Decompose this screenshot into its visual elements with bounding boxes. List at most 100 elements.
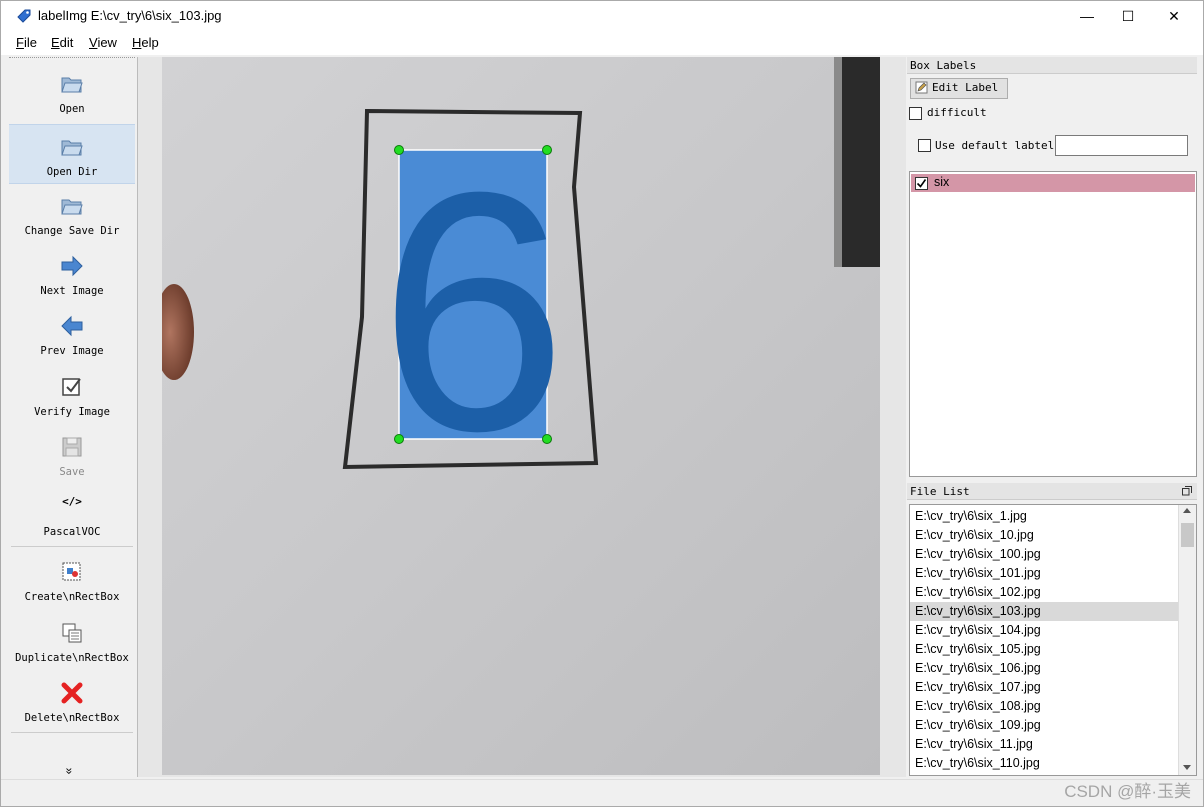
duplicate-rectbox-label: Duplicate\nRectBox	[15, 652, 129, 664]
file-list-item[interactable]: E:\cv_try\6\six_102.jpg	[910, 583, 1178, 602]
label-list[interactable]: six	[909, 171, 1197, 477]
box-labels-title: Box Labels	[907, 57, 1197, 74]
window-title: labelImg E:\cv_try\6\six_103.jpg	[38, 8, 222, 23]
watermark-text: CSDN @醉·玉美	[1064, 782, 1191, 801]
default-label-input[interactable]	[1055, 135, 1188, 156]
save-button[interactable]: Save	[9, 425, 135, 483]
next-image-label: Next Image	[40, 285, 104, 297]
left-toolbar: Open Open Dir Change Save Dir Next Image…	[9, 57, 135, 778]
menu-edit[interactable]: Edit	[51, 35, 73, 50]
prev-image-button[interactable]: Prev Image	[9, 304, 135, 362]
box-handle-bottom-left[interactable]	[394, 434, 404, 444]
edit-label-text: Edit Label	[932, 81, 999, 94]
open-dir-icon	[61, 140, 83, 156]
maximize-button[interactable]: ☐	[1105, 1, 1151, 31]
file-list-item[interactable]: E:\cv_try\6\six_1.jpg	[910, 507, 1178, 526]
file-list-item[interactable]: E:\cv_try\6\six_101.jpg	[910, 564, 1178, 583]
red-x-delete-icon	[61, 682, 83, 704]
duplicate-icon	[62, 623, 82, 643]
open-label: Open	[59, 103, 85, 115]
menu-view[interactable]: View	[89, 35, 117, 50]
file-list-item[interactable]: E:\cv_try\6\six_110.jpg	[910, 754, 1178, 773]
change-save-dir-icon	[61, 199, 83, 215]
menu-edit-label: dit	[59, 35, 74, 50]
delete-rectbox-button[interactable]: Delete\nRectBox	[9, 671, 135, 729]
box-handle-top-left[interactable]	[394, 145, 404, 155]
duplicate-rectbox-button[interactable]: Duplicate\nRectBox	[9, 611, 135, 669]
open-dir-label: Open Dir	[46, 166, 98, 178]
open-dir-button[interactable]: Open Dir	[9, 124, 135, 184]
difficult-checkbox[interactable]	[909, 107, 922, 120]
checkbox-check-icon	[62, 378, 81, 396]
next-image-button[interactable]: Next Image	[9, 244, 135, 302]
pencil-icon	[915, 81, 928, 94]
status-bar	[1, 779, 1203, 806]
file-list-item[interactable]: E:\cv_try\6\six_104.jpg	[910, 621, 1178, 640]
format-pascalvoc-button[interactable]: </> PascalVOC	[9, 485, 135, 543]
format-label: PascalVOC	[43, 526, 101, 538]
menu-bar: File Edit View Help	[1, 31, 1203, 55]
file-list-item[interactable]: E:\cv_try\6\six_106.jpg	[910, 659, 1178, 678]
arrow-right-icon	[61, 255, 83, 277]
digit-six: 6	[378, 122, 567, 502]
box-handle-top-right[interactable]	[542, 145, 552, 155]
scroll-down-arrow-icon[interactable]	[1183, 765, 1191, 770]
file-list-item[interactable]: E:\cv_try\6\six_11.jpg	[910, 735, 1178, 754]
toolbar-overflow-chevron-icon[interactable]: »	[62, 768, 76, 775]
menu-view-label: iew	[97, 35, 117, 50]
create-rectbox-button[interactable]: Create\nRectBox	[9, 550, 135, 608]
title-bar: labelImg E:\cv_try\6\six_103.jpg — ☐ ✕	[1, 1, 1203, 31]
right-panel: Box Labels Edit Label difficult Use defa…	[907, 57, 1197, 777]
create-rectbox-label: Create\nRectBox	[24, 591, 120, 603]
menu-file[interactable]: File	[16, 35, 37, 50]
minimize-button[interactable]: —	[1064, 1, 1110, 31]
paper-edge	[834, 57, 842, 267]
toolbar-separator	[11, 546, 133, 547]
undock-icon[interactable]	[1182, 486, 1192, 496]
label-item-six[interactable]: six	[911, 174, 1195, 192]
menu-file-label: ile	[23, 35, 37, 50]
file-list-item[interactable]: E:\cv_try\6\six_10.jpg	[910, 526, 1178, 545]
file-list[interactable]: E:\cv_try\6\six_1.jpg E:\cv_try\6\six_10.…	[909, 504, 1197, 776]
label-checked-icon[interactable]	[915, 177, 928, 190]
edit-label-button[interactable]: Edit Label	[910, 78, 1008, 99]
change-save-dir-button[interactable]: Change Save Dir	[9, 184, 135, 242]
toolbar-separator	[11, 732, 133, 733]
file-list-item[interactable]: E:\cv_try\6\six_107.jpg	[910, 678, 1178, 697]
arrow-left-icon	[61, 315, 83, 337]
open-folder-icon	[61, 77, 83, 93]
menu-file-mnemonic: F	[16, 35, 24, 50]
file-list-item[interactable]: E:\cv_try\6\six_108.jpg	[910, 697, 1178, 716]
box-handle-bottom-right[interactable]	[542, 434, 552, 444]
open-button[interactable]: Open	[9, 62, 135, 120]
change-save-dir-label: Change Save Dir	[24, 225, 120, 237]
file-list-item[interactable]: E:\cv_try\6\six_105.jpg	[910, 640, 1178, 659]
labelimg-window: labelImg E:\cv_try\6\six_103.jpg — ☐ ✕ F…	[0, 0, 1204, 807]
code-tag-icon: </>	[62, 495, 82, 508]
verify-image-button[interactable]: Verify Image	[9, 365, 135, 423]
menu-help-mnemonic: H	[132, 35, 142, 50]
close-window-button[interactable]: ✕	[1151, 1, 1197, 31]
difficult-label: difficult	[927, 106, 987, 119]
file-list-item[interactable]: E:\cv_try\6\six_100.jpg	[910, 545, 1178, 564]
label-item-text: six	[934, 175, 950, 189]
verify-image-label: Verify Image	[34, 406, 110, 418]
file-list-item[interactable]: E:\cv_try\6\six_109.jpg	[910, 716, 1178, 735]
prev-image-label: Prev Image	[40, 345, 104, 357]
save-label: Save	[59, 466, 85, 478]
use-default-label-checkbox[interactable]	[918, 139, 931, 152]
close-icon: ✕	[1168, 8, 1180, 24]
scroll-up-arrow-icon[interactable]	[1183, 508, 1191, 513]
floppy-disk-icon	[62, 437, 82, 457]
menu-help-label: elp	[141, 35, 159, 50]
image-canvas[interactable]: 6	[137, 57, 906, 777]
app-tag-icon	[17, 9, 31, 23]
file-list-item[interactable]: E:\cv_try\6\six_103.jpg	[910, 602, 1178, 621]
scrollbar-thumb[interactable]	[1181, 523, 1194, 547]
minimize-icon: —	[1080, 8, 1094, 24]
file-list-scrollbar[interactable]	[1178, 505, 1196, 775]
file-list-title: File List	[907, 483, 1197, 500]
delete-rectbox-label: Delete\nRectBox	[24, 712, 120, 724]
use-default-label-text: Use default labtel	[935, 139, 1055, 152]
menu-help[interactable]: Help	[132, 35, 159, 50]
